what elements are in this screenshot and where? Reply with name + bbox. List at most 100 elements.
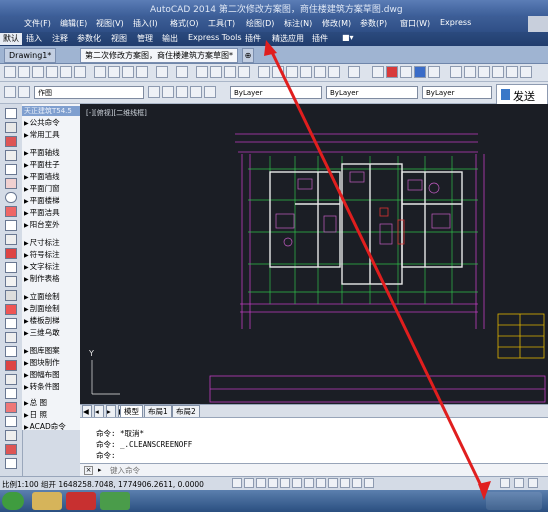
tz-item-sunlight[interactable]: ▶日 照 xyxy=(24,409,47,420)
print-icon[interactable] xyxy=(46,66,58,78)
ribbon-tab-view[interactable]: 视图 xyxy=(111,33,127,44)
command-input[interactable] xyxy=(110,465,530,475)
clean-screen-icon[interactable] xyxy=(528,478,538,488)
table-tool-icon[interactable] xyxy=(5,346,17,357)
layer-previous-icon[interactable] xyxy=(162,86,174,98)
toolbar-icon-g[interactable] xyxy=(464,66,476,78)
polygon-tool-icon[interactable] xyxy=(5,150,17,161)
move-tool-icon[interactable] xyxy=(5,458,17,469)
preview-icon[interactable] xyxy=(60,66,72,78)
add-selected-icon[interactable] xyxy=(5,374,17,385)
layer-manager-icon[interactable] xyxy=(4,86,16,98)
sheet-set-icon[interactable] xyxy=(300,66,312,78)
design-center-icon[interactable] xyxy=(272,66,284,78)
send-button[interactable]: 发送 xyxy=(496,84,548,106)
ribbon-tab-featured-apps[interactable]: 精选应用 xyxy=(272,33,304,44)
menu-parametric[interactable]: 参数(P) xyxy=(360,18,387,29)
toolbar-icon-a[interactable] xyxy=(372,66,384,78)
redo-icon[interactable] xyxy=(176,66,188,78)
menu-insert[interactable]: 插入(I) xyxy=(133,18,158,29)
ellipse-arc-tool-icon[interactable] xyxy=(5,248,17,259)
mirror-tool-icon[interactable] xyxy=(5,416,17,427)
erase-tool-icon[interactable] xyxy=(5,388,17,399)
zoom-window-icon[interactable] xyxy=(224,66,236,78)
layer-freeze-icon[interactable] xyxy=(204,86,216,98)
toolbar-icon-j[interactable] xyxy=(506,66,518,78)
tz-item-stairs[interactable]: ▶平面楼梯 xyxy=(24,195,60,206)
doc-tab-current[interactable]: 第二次修改方案图，商住楼建筑方案草图* xyxy=(80,48,238,63)
ribbon-tab-default[interactable]: 默认 xyxy=(0,33,22,45)
system-tray[interactable] xyxy=(486,492,542,510)
new-tab-icon[interactable]: ⊕ xyxy=(242,48,254,63)
ribbon-tab-output[interactable]: 输出 xyxy=(162,33,178,44)
tz-item-layout[interactable]: ▶图幅布图 xyxy=(24,369,60,380)
construction-line-icon[interactable] xyxy=(5,122,17,133)
tz-item-doors-windows[interactable]: ▶平面门窗 xyxy=(24,183,60,194)
quick-props-toggle-icon[interactable] xyxy=(352,478,362,488)
make-current-layer-icon[interactable] xyxy=(148,86,160,98)
cloud-tool-icon[interactable] xyxy=(5,206,17,217)
properties-icon[interactable] xyxy=(258,66,270,78)
array-tool-icon[interactable] xyxy=(5,444,17,455)
tz-item-walls[interactable]: ▶平面墙线 xyxy=(24,171,60,182)
selection-cycling-icon[interactable] xyxy=(364,478,374,488)
toolbar-icon-i[interactable] xyxy=(492,66,504,78)
command-customize-icon[interactable]: ▸ xyxy=(98,466,102,474)
snap-toggle-icon[interactable] xyxy=(232,478,242,488)
otrack-toggle-icon[interactable] xyxy=(292,478,302,488)
ducs-toggle-icon[interactable] xyxy=(304,478,314,488)
tz-item-fixtures[interactable]: ▶平面洁具 xyxy=(24,207,60,218)
tool-palettes-icon[interactable] xyxy=(286,66,298,78)
layer-dropdown[interactable]: 作图 xyxy=(34,86,144,99)
tz-item-columns[interactable]: ▶平面柱子 xyxy=(24,159,60,170)
layer-walk-icon[interactable] xyxy=(190,86,202,98)
ribbon-tab-manage[interactable]: 管理 xyxy=(137,33,153,44)
tz-item-acad[interactable]: ▶ACAD命令 xyxy=(24,421,66,432)
zoom-realtime-icon[interactable] xyxy=(210,66,222,78)
mtext-tool-icon[interactable] xyxy=(5,360,17,371)
lock-ui-icon[interactable] xyxy=(514,478,524,488)
menu-draw[interactable]: 绘图(D) xyxy=(246,18,274,29)
polyline-tool-icon[interactable] xyxy=(5,136,17,147)
lineweight-toggle-icon[interactable] xyxy=(328,478,338,488)
drawing-canvas[interactable]: [-][俯视][二维线框] Y xyxy=(80,104,548,404)
menu-express[interactable]: Express xyxy=(440,18,471,27)
ribbon-options-icon[interactable]: ■▾ xyxy=(342,33,354,42)
taskbar-app-icon[interactable] xyxy=(100,492,130,510)
tz-item-table[interactable]: ▶制作表格 xyxy=(24,273,60,284)
cut-icon[interactable] xyxy=(94,66,106,78)
toolbar-icon-b[interactable] xyxy=(386,66,398,78)
tz-item-site-plan[interactable]: ▶总 图 xyxy=(24,397,47,408)
ribbon-tab-plugins[interactable]: 插件 xyxy=(245,33,261,44)
open-icon[interactable] xyxy=(18,66,30,78)
zoom-previous-icon[interactable] xyxy=(238,66,250,78)
ribbon-tab-parametric[interactable]: 参数化 xyxy=(77,33,101,44)
toolbar-icon-e[interactable] xyxy=(428,66,440,78)
menu-format[interactable]: 格式(O) xyxy=(170,18,199,29)
transparency-toggle-icon[interactable] xyxy=(340,478,350,488)
taskbar-explorer-icon[interactable] xyxy=(32,492,62,510)
insert-block-icon[interactable] xyxy=(5,262,17,273)
dyn-toggle-icon[interactable] xyxy=(316,478,326,488)
close-command-icon[interactable]: × xyxy=(84,466,93,475)
layer-state-icon[interactable] xyxy=(18,86,30,98)
new-icon[interactable] xyxy=(4,66,16,78)
doc-tab-drawing1[interactable]: Drawing1* xyxy=(4,48,57,63)
menu-tools[interactable]: 工具(T) xyxy=(208,18,235,29)
spline-tool-icon[interactable] xyxy=(5,220,17,231)
tz-item-text[interactable]: ▶文字标注 xyxy=(24,261,60,272)
toolbar-icon-d[interactable] xyxy=(414,66,426,78)
match-properties-icon[interactable] xyxy=(136,66,148,78)
save-icon[interactable] xyxy=(32,66,44,78)
toolbar-icon-f[interactable] xyxy=(450,66,462,78)
color-dropdown[interactable]: ByLayer xyxy=(230,86,322,99)
ribbon-tab-express-tools[interactable]: Express Tools xyxy=(188,33,242,42)
copy-icon[interactable] xyxy=(108,66,120,78)
tz-item-balcony[interactable]: ▶阳台室外 xyxy=(24,219,60,230)
line-tool-icon[interactable] xyxy=(5,108,17,119)
paste-icon[interactable] xyxy=(122,66,134,78)
toolbar-icon-c[interactable] xyxy=(400,66,412,78)
circle-tool-icon[interactable] xyxy=(5,192,17,203)
publish-icon[interactable] xyxy=(74,66,86,78)
tz-item-section[interactable]: ▶剖面绘制 xyxy=(24,303,60,314)
